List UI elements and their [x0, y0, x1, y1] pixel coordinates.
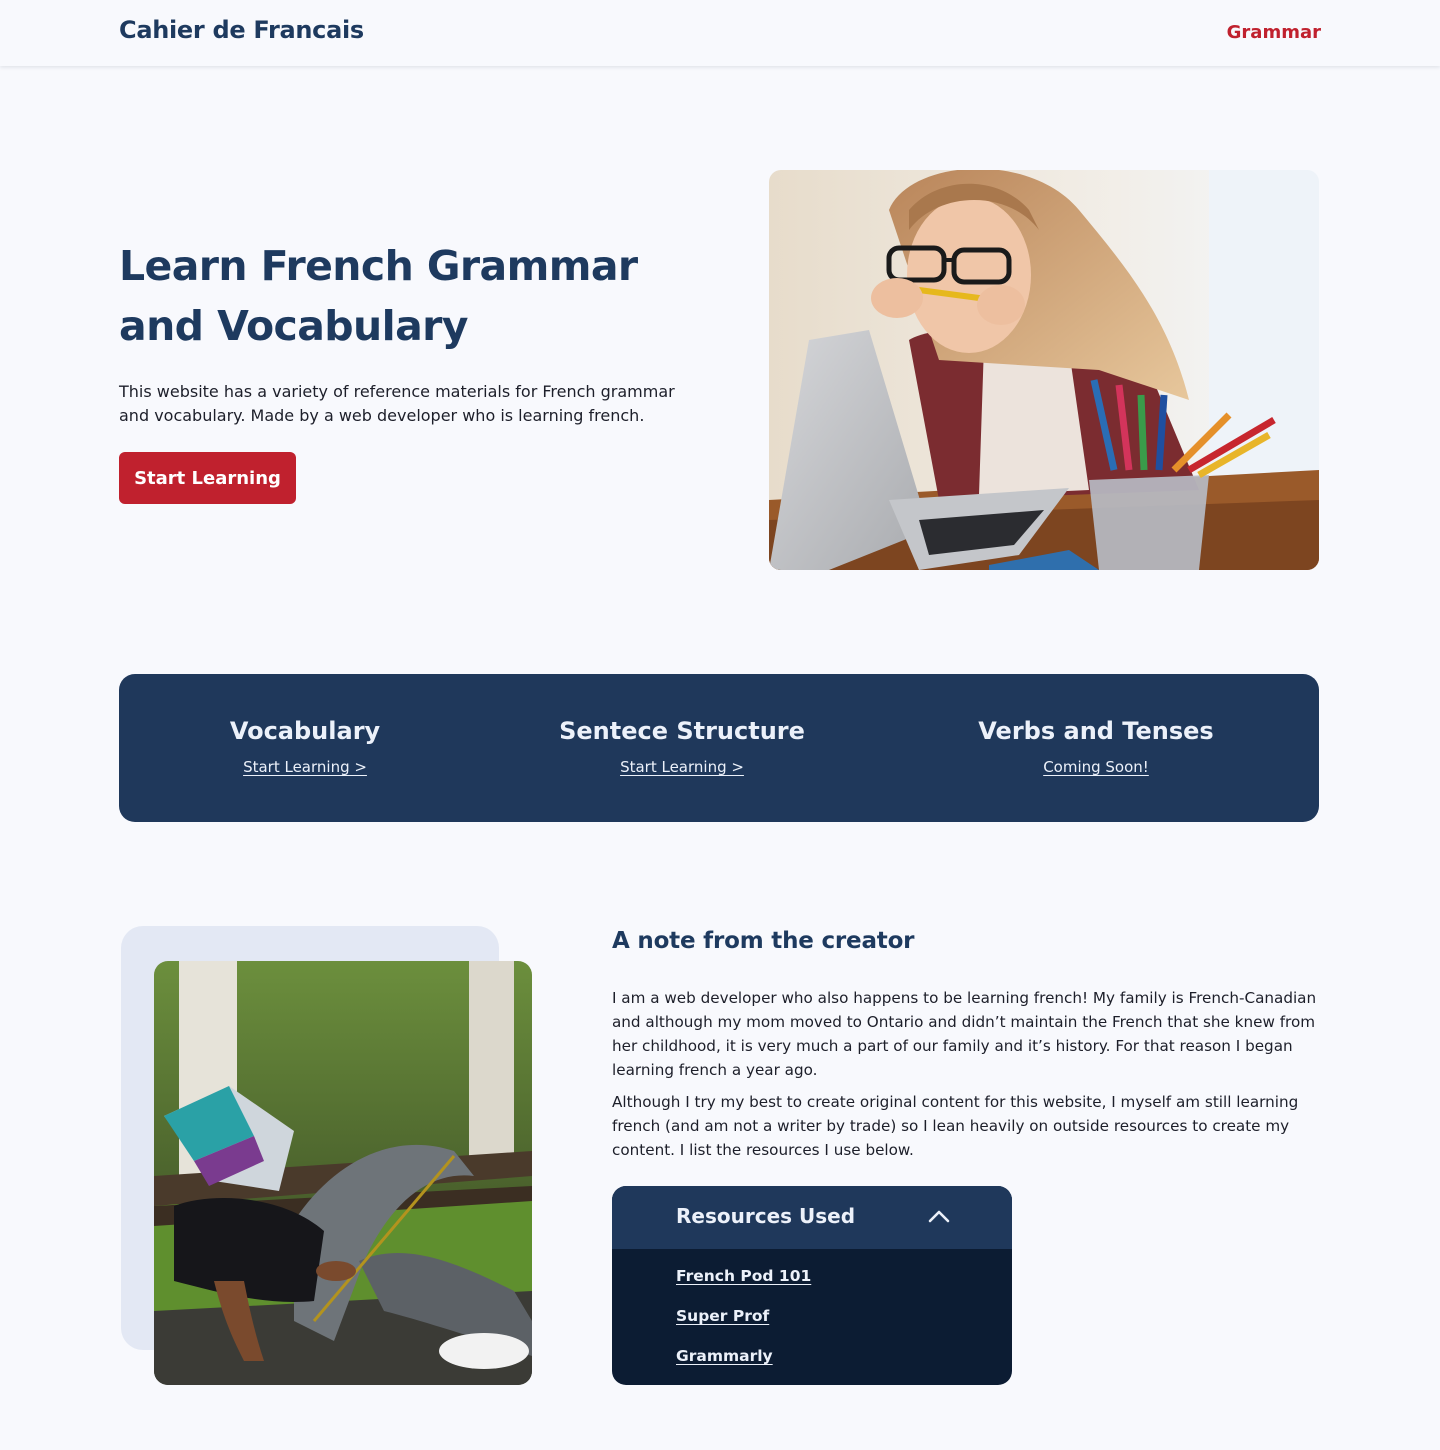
topic-title: Verbs and Tenses: [978, 717, 1214, 745]
resources-title: Resources Used: [676, 1204, 856, 1228]
topics-panel: Vocabulary Start Learning > Sentece Stru…: [119, 674, 1319, 822]
nav-link-grammar[interactable]: Grammar: [1227, 22, 1321, 43]
resources-accordion-header[interactable]: Resources Used: [612, 1186, 1012, 1249]
topic-link-start-learning[interactable]: Start Learning >: [243, 758, 367, 776]
hero-title: Learn French Grammar and Vocabulary: [119, 242, 638, 350]
list-item: Grammarly: [676, 1346, 811, 1385]
creator-photo: [154, 961, 532, 1385]
list-item: Super Prof: [676, 1306, 811, 1346]
creator-note-paragraph: I am a web developer who also happens to…: [612, 989, 1317, 1079]
topic-vocabulary: Vocabulary Start Learning >: [125, 714, 485, 776]
topic-title: Vocabulary: [229, 717, 381, 745]
creator-note-paragraph: Although I try my best to create origina…: [612, 1093, 1299, 1159]
hero-photo: [769, 170, 1319, 570]
resource-link-grammarly[interactable]: Grammarly: [676, 1347, 773, 1365]
topic-verbs-and-tenses: Verbs and Tenses Coming Soon!: [916, 714, 1276, 776]
topic-link-coming-soon[interactable]: Coming Soon!: [1043, 758, 1149, 776]
resource-link-french-pod-101[interactable]: French Pod 101: [676, 1267, 811, 1285]
resources-list: French Pod 101 Super Prof Grammarly: [676, 1266, 811, 1385]
list-item: French Pod 101: [676, 1266, 811, 1306]
hero-description: This website has a variety of reference …: [119, 382, 675, 425]
resources-accordion: Resources Used French Pod 101 Super Prof…: [612, 1186, 1012, 1385]
site-header: Cahier de Francais Grammar: [0, 0, 1440, 66]
brand-logo[interactable]: Cahier de Francais: [119, 16, 364, 44]
topic-sentence-structure: Sentece Structure Start Learning >: [502, 714, 862, 776]
resource-link-super-prof[interactable]: Super Prof: [676, 1307, 769, 1325]
start-learning-button[interactable]: Start Learning: [119, 452, 296, 504]
chevron-up-icon[interactable]: [928, 1208, 950, 1224]
creator-note-title: A note from the creator: [612, 928, 915, 954]
topic-title: Sentece Structure: [559, 717, 805, 745]
topic-link-start-learning[interactable]: Start Learning >: [620, 758, 744, 776]
